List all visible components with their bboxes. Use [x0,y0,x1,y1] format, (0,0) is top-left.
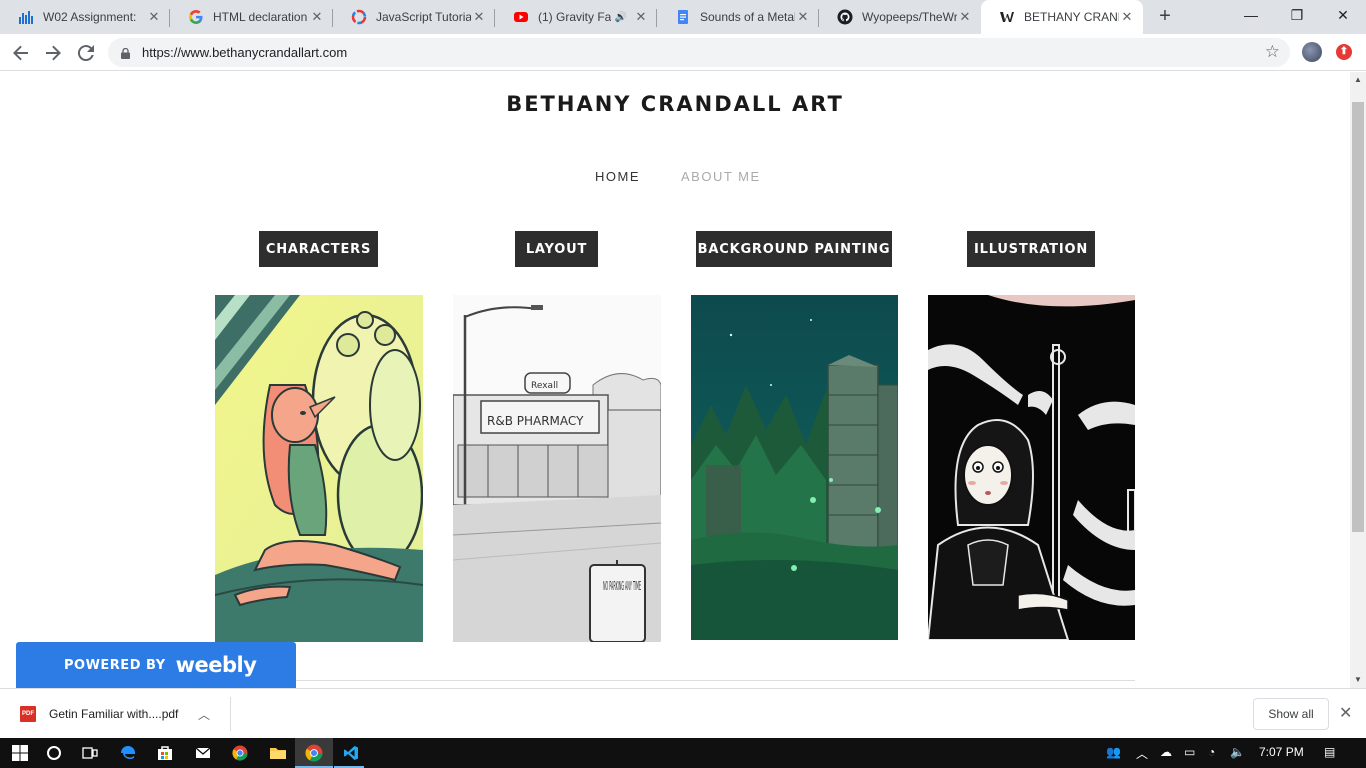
back-arrow-icon[interactable] [9,41,33,65]
scroll-thumb[interactable] [1352,102,1364,532]
background-painting-artwork-image[interactable] [691,295,898,640]
illustration-button[interactable]: ILLUSTRATION [967,231,1095,267]
forward-arrow-icon[interactable] [41,41,65,65]
tab-close-icon[interactable]: ✕ [957,9,973,25]
tab-bethany-crandall[interactable]: BETHANY CRAND/ ✕ [981,0,1143,34]
characters-button[interactable]: CHARACTERS [259,231,378,267]
rb-pharmacy-sign: R&B PHARMACY [487,414,584,428]
tab-close-icon[interactable]: ✕ [309,9,325,25]
scroll-down-arrow-icon[interactable]: ▼ [1350,672,1366,688]
page-scrollbar[interactable]: ▲ ▼ [1350,72,1366,688]
tab-close-icon[interactable]: ✕ [1119,9,1135,25]
characters-artwork-image[interactable] [215,295,423,642]
w3-spinner-icon [351,9,367,25]
google-icon [188,9,204,25]
content-divider [215,680,1135,681]
store-icon[interactable] [155,743,175,763]
bookmark-star-icon[interactable]: ☆ [1265,42,1280,62]
speaker-icon[interactable]: 🔊 [615,12,627,23]
weebly-icon [999,9,1015,25]
bar-chart-icon [18,9,34,25]
download-bar: PDF Getin Familiar with....pdf ︿ Show al… [0,688,1366,738]
github-icon [837,9,853,25]
chrome-icon[interactable] [304,743,324,763]
windows-start-icon[interactable] [10,743,30,763]
tab-html-declaration[interactable]: HTML declaration ✕ [170,0,333,34]
tab-close-icon[interactable]: ✕ [795,9,811,25]
wifi-icon[interactable]: ◔ [1208,745,1215,759]
nav-home-link[interactable]: HOME [595,169,640,184]
background-painting-button[interactable]: BACKGROUND PAINTING [696,231,892,267]
weebly-logo: weebly [175,653,257,677]
download-filename: Getin Familiar with....pdf [49,707,179,721]
chevron-up-icon[interactable]: ︿ [198,706,214,723]
address-bar[interactable]: https://www.bethanycrandallart.com ☆ [108,38,1290,67]
file-explorer-icon[interactable] [268,743,288,763]
battery-icon[interactable]: ▭ [1184,745,1195,759]
scroll-up-arrow-icon[interactable]: ▲ [1350,72,1366,88]
download-item[interactable]: PDF Getin Familiar with....pdf ︿ [10,697,231,731]
tab-w02-assignment[interactable]: W02 Assignment: ✕ [0,0,170,34]
windows-taskbar: 👥 ︿ ☁ ▭ ◔ 🔈 7:07 PM ▤ [0,738,1366,768]
tab-sounds-of-a-metal[interactable]: Sounds of a Metal ✕ [657,0,819,34]
edge-browser-icon[interactable] [118,743,138,763]
browser-toolbar: https://www.bethanycrandallart.com ☆ [0,34,1366,71]
no-parking-sign: NO PARKING ANY TIME [603,579,641,593]
nav-about-link[interactable]: ABOUT ME [681,169,761,184]
close-download-bar-icon[interactable]: ✕ [1339,703,1352,723]
new-tab-button[interactable]: + [1154,5,1176,27]
people-icon[interactable]: 👥 [1106,745,1121,759]
illustration-artwork-image[interactable] [928,295,1135,640]
profile-avatar[interactable] [1302,42,1322,62]
youtube-icon [513,9,529,25]
minimize-button[interactable]: — [1228,0,1274,30]
site-title[interactable]: BETHANY CRANDALL ART [0,92,1350,116]
volume-icon[interactable]: 🔈 [1230,745,1245,759]
tab-close-icon[interactable]: ✕ [146,9,162,25]
chevron-up-icon[interactable]: ︿ [1136,745,1148,762]
close-window-button[interactable]: ✕ [1320,0,1366,30]
page-content: BETHANY CRANDALL ART HOME ABOUT ME CHARA… [0,72,1350,688]
show-all-button[interactable]: Show all [1253,698,1329,730]
tab-close-icon[interactable]: ✕ [633,9,649,25]
maximize-button[interactable]: ❐ [1274,0,1320,30]
reload-icon[interactable] [74,41,98,65]
tab-javascript-tutorial[interactable]: JavaScript Tutorial ✕ [333,0,495,34]
cloud-icon[interactable]: ☁ [1160,745,1172,759]
chrome-icon[interactable] [230,743,250,763]
rexall-sign: Rexall [531,381,558,391]
tab-close-icon[interactable]: ✕ [471,9,487,25]
vscode-icon[interactable] [341,743,361,763]
mail-icon[interactable] [193,743,213,763]
extension-icon[interactable]: ⬆ [1336,44,1352,60]
layout-artwork-image[interactable]: R&B PHARMACY Rexall NO PARKING ANY TIME [453,295,661,642]
task-view-icon[interactable] [80,743,100,763]
tab-github[interactable]: Wyopeeps/TheWr ✕ [819,0,981,34]
url-text: https://www.bethanycrandallart.com [142,45,348,60]
tab-gravity-falls[interactable]: (1) Gravity Fall 🔊 ✕ [495,0,657,34]
lock-icon [121,46,130,59]
powered-by-weebly-badge[interactable]: POWERED BY weebly [16,642,296,688]
notifications-icon[interactable]: ▤ [1324,745,1335,759]
layout-button[interactable]: LAYOUT [515,231,598,267]
pdf-file-icon: PDF [20,706,36,722]
docs-icon [675,9,691,25]
tab-strip: W02 Assignment: ✕ HTML declaration ✕ Jav… [0,0,1366,34]
cortana-search-icon[interactable] [44,743,64,763]
taskbar-clock[interactable]: 7:07 PM [1259,745,1304,759]
